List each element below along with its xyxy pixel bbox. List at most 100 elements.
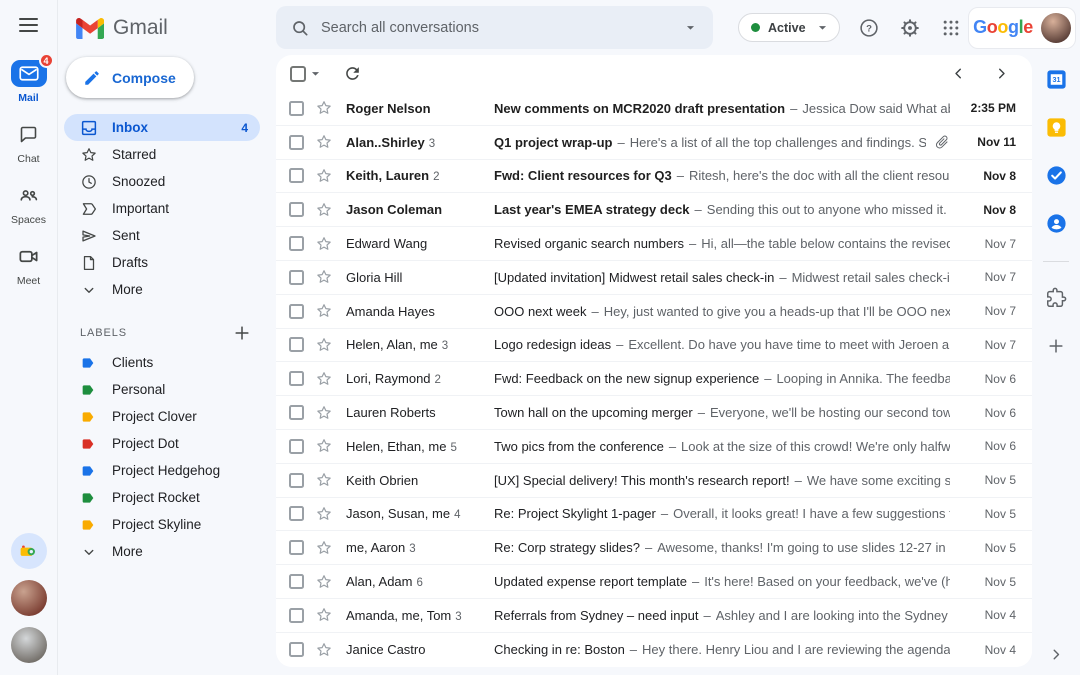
- sidebar-item-snoozed[interactable]: Snoozed: [64, 168, 260, 195]
- email-subject: Revised organic search numbers: [494, 236, 685, 252]
- star-icon[interactable]: [315, 201, 333, 219]
- select-all-checkbox[interactable]: [290, 65, 306, 82]
- email-row[interactable]: me, Aaron 3 Re: Corp strategy slides? – Awes…: [276, 531, 1032, 566]
- email-row[interactable]: Jason Coleman Last year's EMEA strategy d…: [276, 193, 1032, 228]
- star-icon[interactable]: [315, 539, 333, 557]
- settings-button[interactable]: [898, 16, 922, 40]
- email-checkbox[interactable]: [289, 134, 304, 150]
- email-row[interactable]: Lauren Roberts Town hall on the upcoming …: [276, 396, 1032, 430]
- rail-item-mail[interactable]: 4 Mail: [10, 53, 54, 104]
- add-icon[interactable]: [1044, 334, 1068, 358]
- email-checkbox[interactable]: [289, 168, 304, 184]
- email-checkbox[interactable]: [289, 303, 304, 319]
- star-icon[interactable]: [315, 505, 333, 523]
- select-options-caret-icon[interactable]: [307, 65, 324, 82]
- main-menu-button[interactable]: [19, 18, 38, 32]
- user-avatar[interactable]: [1040, 12, 1071, 43]
- email-checkbox[interactable]: [289, 642, 304, 658]
- sidebar-item-inbox[interactable]: Inbox 4: [64, 114, 260, 141]
- search-bar[interactable]: Search all conversations: [276, 6, 713, 49]
- contacts-icon[interactable]: [1044, 211, 1068, 235]
- status-chip[interactable]: Active: [738, 13, 840, 42]
- newer-page-button[interactable]: [950, 65, 967, 82]
- calendar-icon[interactable]: 31: [1044, 67, 1068, 91]
- contact-avatar-2[interactable]: [10, 627, 47, 663]
- email-row[interactable]: Helen, Ethan, me 5 Two pics from the confe…: [276, 429, 1032, 464]
- rail-item-chat[interactable]: Chat: [11, 121, 47, 165]
- sidebar-item-starred[interactable]: Starred: [64, 141, 260, 168]
- label-item-project-dot[interactable]: Project Dot: [64, 430, 260, 457]
- email-checkbox[interactable]: [289, 236, 304, 252]
- search-options-caret-icon[interactable]: [682, 19, 699, 36]
- email-row[interactable]: Helen, Alan, me 3 Logo redesign ideas – Exce…: [276, 328, 1032, 363]
- refresh-button[interactable]: [343, 64, 362, 83]
- star-icon[interactable]: [315, 302, 333, 320]
- star-icon[interactable]: [315, 573, 333, 591]
- rail-item-meet[interactable]: Meet: [11, 243, 47, 287]
- extensions-icon[interactable]: [1044, 286, 1068, 310]
- star-icon[interactable]: [315, 268, 333, 286]
- email-checkbox[interactable]: [289, 100, 304, 116]
- email-checkbox[interactable]: [289, 472, 304, 488]
- compose-button[interactable]: Compose: [66, 57, 194, 98]
- labels-more[interactable]: More: [64, 538, 260, 565]
- email-row[interactable]: Janice Castro Checking in re: Boston – Hey …: [276, 632, 1032, 667]
- email-checkbox[interactable]: [289, 269, 304, 285]
- help-button[interactable]: ?: [857, 16, 881, 40]
- account-card[interactable]: Google: [968, 6, 1076, 49]
- sidebar-item-important[interactable]: Important: [64, 195, 260, 222]
- email-checkbox[interactable]: [289, 371, 304, 387]
- star-icon[interactable]: [315, 471, 333, 489]
- tasks-icon[interactable]: [1044, 163, 1068, 187]
- label-item-project-rocket[interactable]: Project Rocket: [64, 484, 260, 511]
- sidebar-item-more[interactable]: More: [64, 276, 260, 303]
- email-row[interactable]: Alan..Shirley 3 Q1 project wrap-up – Here's …: [276, 125, 1032, 160]
- email-checkbox[interactable]: [289, 540, 304, 556]
- email-row[interactable]: Jason, Susan, me 4 Re: Project Skylight 1-…: [276, 497, 1032, 532]
- email-row[interactable]: Edward Wang Revised organic search number…: [276, 227, 1032, 261]
- star-icon[interactable]: [315, 336, 333, 354]
- star-icon[interactable]: [315, 404, 333, 422]
- star-icon[interactable]: [315, 437, 333, 455]
- email-checkbox[interactable]: [289, 607, 304, 623]
- email-row[interactable]: Keith Obrien [UX] Special delivery! This …: [276, 463, 1032, 498]
- label-item-personal[interactable]: Personal: [64, 376, 260, 403]
- create-label-button[interactable]: [232, 323, 252, 343]
- apps-grid-button[interactable]: [939, 16, 963, 40]
- star-icon[interactable]: [315, 606, 333, 624]
- sidebar-item-drafts[interactable]: Drafts: [64, 249, 260, 276]
- email-checkbox[interactable]: [289, 337, 304, 353]
- star-icon[interactable]: [315, 133, 333, 151]
- email-row[interactable]: Roger Nelson New comments on MCR2020 draf…: [276, 92, 1032, 126]
- email-row[interactable]: Keith, Lauren 2 Fwd: Client resources for …: [276, 159, 1032, 194]
- star-icon[interactable]: [315, 167, 333, 185]
- email-row[interactable]: Amanda, me, Tom 3 Referrals from Sydney – …: [276, 598, 1032, 633]
- label-item-clients[interactable]: Clients: [64, 349, 260, 376]
- camera-sticker[interactable]: [10, 533, 47, 569]
- label-item-project-hedgehog[interactable]: Project Hedgehog: [64, 457, 260, 484]
- email-row[interactable]: Gloria Hill [Updated invitation] Midwest …: [276, 260, 1032, 295]
- email-row[interactable]: Lori, Raymond 2 Fwd: Feedback on the new s…: [276, 362, 1032, 397]
- email-checkbox[interactable]: [289, 438, 304, 454]
- rail-item-spaces[interactable]: Spaces: [11, 182, 47, 226]
- label-item-project-clover[interactable]: Project Clover: [64, 403, 260, 430]
- email-checkbox[interactable]: [289, 202, 304, 218]
- subject-snippet-separator: –: [629, 642, 638, 658]
- email-row[interactable]: Amanda Hayes OOO next week – Hey, just want…: [276, 294, 1032, 329]
- star-icon[interactable]: [315, 641, 333, 659]
- sidebar-item-sent[interactable]: Sent: [64, 222, 260, 249]
- star-icon[interactable]: [315, 99, 333, 117]
- email-checkbox[interactable]: [289, 405, 304, 421]
- show-side-panel-button[interactable]: [1048, 646, 1065, 663]
- search-input[interactable]: Search all conversations: [321, 20, 479, 36]
- email-row[interactable]: Alan, Adam 6 Updated expense report templa…: [276, 565, 1032, 599]
- contact-avatar-1[interactable]: [10, 580, 47, 616]
- email-checkbox[interactable]: [289, 506, 304, 522]
- email-checkbox[interactable]: [289, 574, 304, 590]
- label-item-project-skyline[interactable]: Project Skyline: [64, 511, 260, 538]
- older-page-button[interactable]: [993, 65, 1010, 82]
- keep-icon[interactable]: [1044, 115, 1068, 139]
- email-sender: Jason Coleman: [346, 202, 443, 218]
- star-icon[interactable]: [315, 235, 333, 253]
- star-icon[interactable]: [315, 370, 333, 388]
